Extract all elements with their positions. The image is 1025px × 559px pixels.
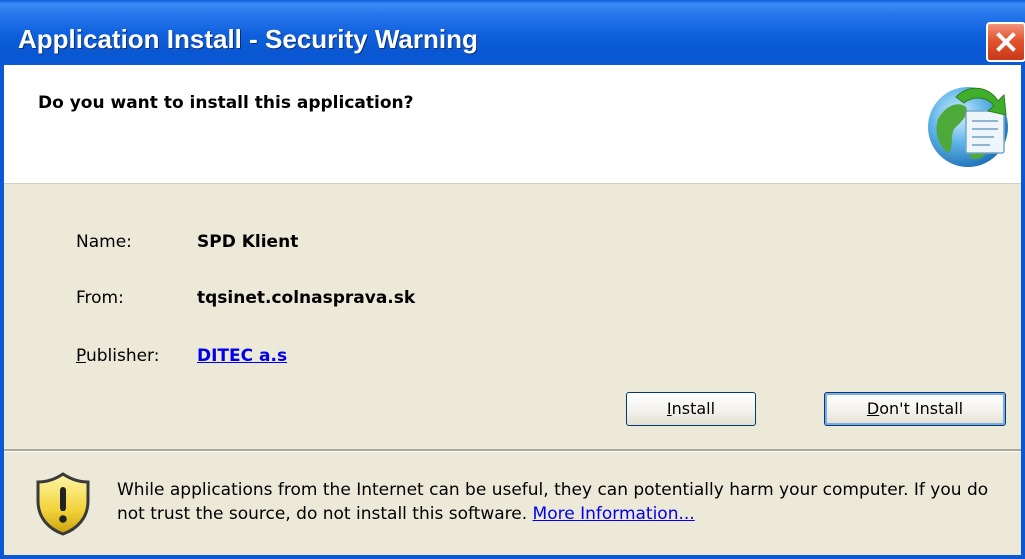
dont-install-label-rest: on't Install	[879, 399, 964, 418]
install-question: Do you want to install this application?	[38, 93, 414, 113]
more-information-link[interactable]: More Information...	[533, 504, 695, 524]
warning-footer: While applications from the Internet can…	[4, 452, 1021, 555]
dialog-body: Name: SPD Klient From: tqsinet.colnaspra…	[4, 184, 1021, 449]
window-title: Application Install - Security Warning	[18, 24, 478, 54]
name-label: Name:	[76, 232, 132, 252]
publisher-label: Publisher:	[76, 346, 159, 366]
publisher-label-rest: ublisher:	[85, 346, 160, 366]
close-button[interactable]	[986, 22, 1025, 62]
window-frame-right	[1021, 65, 1025, 559]
dialog-header: Do you want to install this application?	[4, 65, 1021, 183]
window-frame-bottom	[0, 555, 1025, 559]
globe-install-icon	[928, 87, 1008, 167]
security-warning-dialog: Application Install - Security Warning D…	[0, 0, 1025, 559]
warning-shield-icon	[36, 472, 90, 536]
install-label-rest: nstall	[671, 399, 716, 418]
warning-message: While applications from the Internet can…	[117, 478, 1017, 526]
dont-install-button[interactable]: Don't Install	[824, 392, 1006, 426]
close-icon	[996, 32, 1016, 52]
from-label: From:	[76, 288, 124, 308]
publisher-link[interactable]: DITEC a.s	[197, 346, 287, 366]
name-value: SPD Klient	[197, 232, 299, 252]
dont-install-mnemonic: D	[866, 399, 880, 418]
from-value: tqsinet.colnasprava.sk	[197, 288, 416, 308]
publisher-label-mnemonic: P	[76, 346, 86, 366]
title-bar[interactable]: Application Install - Security Warning	[0, 0, 1025, 65]
install-button[interactable]: Install	[626, 392, 756, 426]
